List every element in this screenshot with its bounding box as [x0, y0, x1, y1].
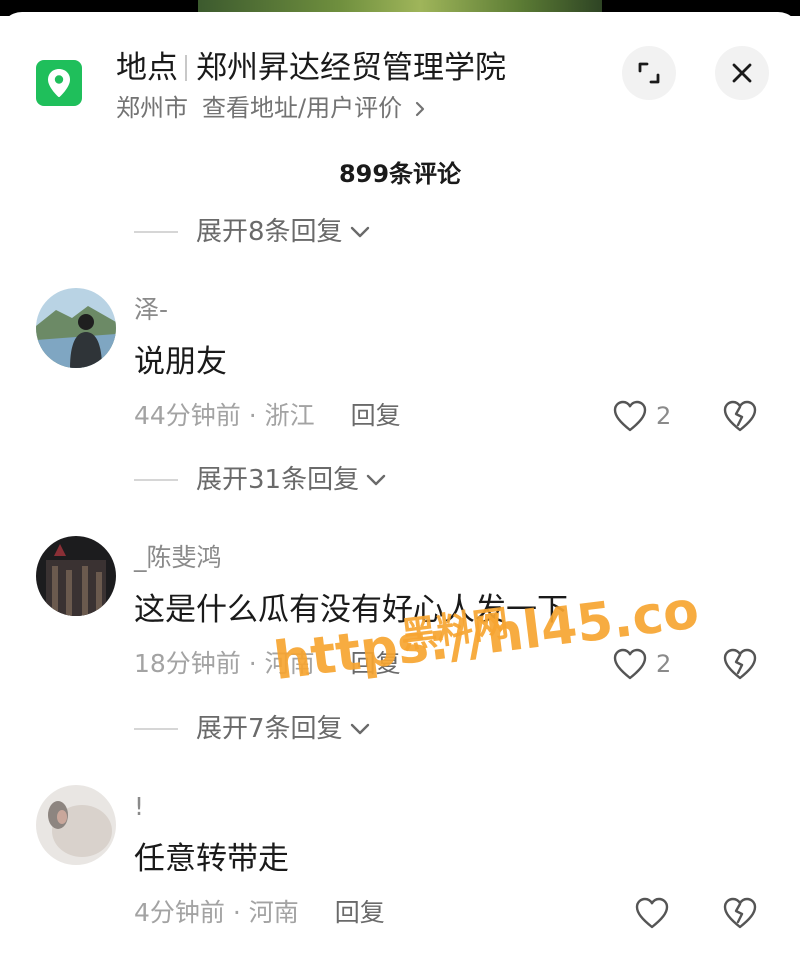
comment-time-location: 44分钟前 · 浙江 [134, 401, 315, 430]
chevron-right-icon [415, 101, 424, 117]
location-pin-icon [36, 60, 82, 106]
heart-icon [635, 897, 669, 929]
close-icon [732, 63, 752, 83]
chevron-down-icon [350, 226, 369, 238]
location-name: 郑州昇达经贸管理学院 [196, 50, 506, 86]
heart-icon [613, 648, 647, 680]
chevron-down-icon [350, 723, 369, 735]
location-title[interactable]: 地点 郑州昇达经贸管理学院 [116, 46, 506, 90]
chevron-down-icon [366, 474, 386, 486]
comment-meta: 4分钟前 · 河南 回复 [134, 895, 385, 931]
dislike-button[interactable] [720, 893, 760, 933]
expand-replies-label: 展开7条回复 [196, 714, 343, 744]
avatar[interactable] [36, 288, 116, 368]
location-type-label: 地点 [116, 50, 178, 86]
expand-divider-line [134, 728, 178, 730]
location-link[interactable]: 查看地址/用户评价 [202, 94, 402, 122]
expand-replies-label: 展开8条回复 [196, 217, 343, 247]
expand-replies-button[interactable]: 展开7条回复 [134, 711, 371, 747]
location-city: 郑州市 [116, 94, 188, 122]
close-button[interactable] [715, 46, 769, 100]
fullscreen-button[interactable] [622, 46, 676, 100]
like-button[interactable] [634, 893, 670, 933]
comment-meta: 44分钟前 · 浙江 回复 [134, 398, 401, 434]
comment-time-location: 4分钟前 · 河南 [134, 898, 299, 927]
comment-username[interactable]: ! [134, 790, 144, 824]
broken-heart-icon [723, 897, 757, 929]
comment-username[interactable]: _陈斐鸿 [134, 541, 222, 575]
heart-icon [613, 400, 647, 432]
broken-heart-icon [723, 648, 757, 680]
like-count: 2 [656, 650, 672, 678]
comment-count: 899条评论 [338, 160, 462, 188]
like-button[interactable]: 2 [612, 396, 671, 436]
comment-text: 任意转带走 [134, 841, 289, 877]
expand-replies-label: 展开31条回复 [196, 465, 360, 495]
avatar[interactable] [36, 785, 116, 865]
comment-username[interactable]: 泽- [134, 293, 168, 327]
comment-text: 说朋友 [134, 344, 227, 380]
like-button[interactable]: 2 [612, 644, 671, 684]
avatar[interactable] [36, 536, 116, 616]
reply-button[interactable]: 回复 [351, 401, 401, 430]
broken-heart-icon [723, 400, 757, 432]
expand-icon [638, 62, 660, 84]
expand-divider-line [134, 479, 178, 481]
location-subtitle[interactable]: 郑州市 查看地址/用户评价 [116, 91, 426, 125]
dislike-button[interactable] [720, 396, 760, 436]
expand-divider-line [134, 231, 178, 233]
expand-replies-button[interactable]: 展开8条回复 [134, 214, 371, 250]
reply-button[interactable]: 回复 [335, 898, 385, 927]
title-divider [185, 55, 187, 81]
expand-replies-button[interactable]: 展开31条回复 [134, 462, 387, 498]
like-count: 2 [656, 402, 672, 430]
dislike-button[interactable] [720, 644, 760, 684]
